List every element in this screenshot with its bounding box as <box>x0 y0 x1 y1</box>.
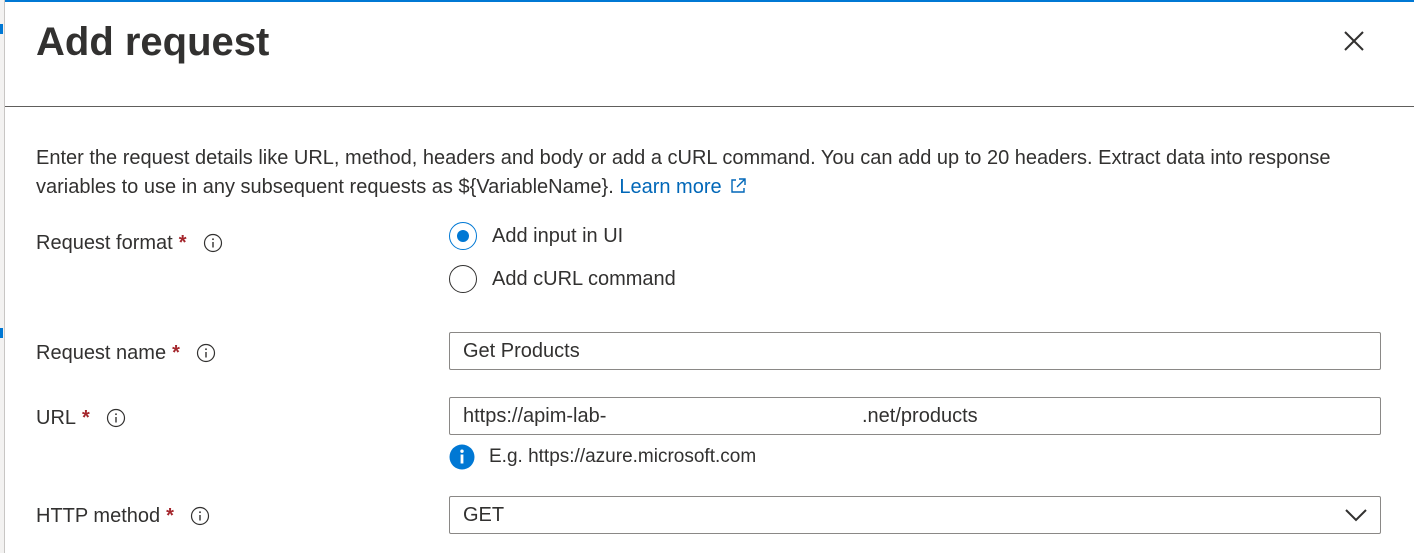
radio-button[interactable] <box>449 265 477 293</box>
background-page-mark <box>0 24 3 34</box>
panel-description: Enter the request details like URL, meth… <box>36 144 1366 202</box>
background-page-mark <box>0 328 3 338</box>
http-method-dropdown[interactable]: GET <box>449 496 1381 534</box>
required-indicator: * <box>172 342 180 364</box>
info-icon[interactable] <box>196 343 216 363</box>
external-link-icon <box>731 178 746 193</box>
required-indicator: * <box>166 505 174 527</box>
required-indicator: * <box>178 232 187 254</box>
close-button[interactable] <box>1341 28 1367 54</box>
learn-more-link[interactable]: Learn more <box>619 176 747 198</box>
url-input[interactable] <box>449 397 1381 435</box>
request-name-input[interactable] <box>449 332 1381 370</box>
radio-add-input-in-ui[interactable]: Add input in UI <box>449 222 623 250</box>
radio-label: Add cURL command <box>492 267 676 290</box>
add-request-panel: Add request Enter the request details li… <box>5 2 1414 553</box>
url-label: URL * <box>36 405 126 431</box>
request-name-label-text: Request name <box>36 342 167 364</box>
url-hint: E.g. https://azure.microsoft.com <box>449 444 756 470</box>
info-filled-icon <box>449 444 475 470</box>
http-method-label-text: HTTP method <box>36 505 161 527</box>
radio-button-checked[interactable] <box>449 222 477 250</box>
chevron-down-icon <box>1345 509 1367 522</box>
radio-dot <box>457 230 469 242</box>
http-method-label: HTTP method * <box>36 503 210 529</box>
radio-label: Add input in UI <box>492 224 624 247</box>
panel-header: Add request <box>5 2 1414 107</box>
http-method-selected-value: GET <box>463 503 505 526</box>
url-label-text: URL <box>36 407 77 429</box>
app-window: Add request Enter the request details li… <box>0 0 1414 553</box>
request-format-label: Request format * <box>36 230 223 256</box>
radio-add-curl-command[interactable]: Add cURL command <box>449 265 676 293</box>
url-hint-text: E.g. https://azure.microsoft.com <box>489 446 757 467</box>
request-format-label-text: Request format <box>36 232 173 254</box>
page-title: Add request <box>36 20 270 64</box>
close-icon <box>1344 31 1364 51</box>
request-name-label: Request name * <box>36 340 216 366</box>
learn-more-label: Learn more <box>619 176 722 198</box>
info-icon[interactable] <box>190 506 210 526</box>
required-indicator: * <box>82 407 90 429</box>
info-icon[interactable] <box>203 233 223 253</box>
info-icon[interactable] <box>106 408 126 428</box>
